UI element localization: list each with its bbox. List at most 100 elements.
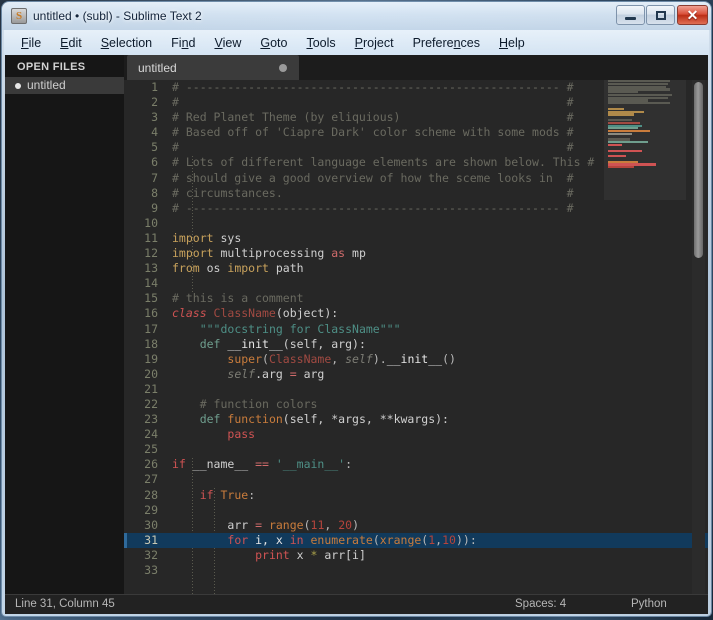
status-indentation[interactable]: Spaces: 4 <box>515 598 566 610</box>
sidebar-item-untitled[interactable]: untitled <box>5 77 124 94</box>
code-token: function <box>227 412 283 427</box>
menu-item-selection[interactable]: Selection <box>92 33 161 53</box>
code-line[interactable]: 23 def function(self, *args, **kwargs): <box>124 412 708 427</box>
code-token: () <box>442 351 456 366</box>
vertical-scrollbar[interactable] <box>692 80 705 594</box>
tab-untitled[interactable]: untitled <box>127 55 299 80</box>
code-line[interactable]: 25 <box>124 442 708 457</box>
line-number: 7 <box>151 170 158 185</box>
code-line[interactable]: 32 print x * arr[i] <box>124 548 708 563</box>
minimap-line <box>608 155 626 158</box>
line-number: 19 <box>144 351 158 366</box>
line-number: 30 <box>144 517 158 532</box>
code-line[interactable]: 14 <box>124 276 708 291</box>
code-token: self <box>345 351 373 366</box>
line-number: 22 <box>144 396 158 411</box>
code-line[interactable]: 11 import sys <box>124 231 708 246</box>
minimize-button[interactable] <box>616 5 645 25</box>
menu-item-tools[interactable]: Tools <box>297 33 344 53</box>
close-button[interactable]: ✕ <box>677 5 708 25</box>
close-icon: ✕ <box>686 7 699 23</box>
code-token: '__main__' <box>275 457 346 472</box>
minimap-line <box>608 166 634 169</box>
menu-item-find[interactable]: Find <box>162 33 204 53</box>
code-token: """docstring for ClassName""" <box>199 321 401 336</box>
sidebar-item-label: untitled <box>27 78 66 92</box>
menu-item-preferences[interactable]: Preferences <box>404 33 489 53</box>
code-token: (object): <box>275 306 339 321</box>
code-line[interactable]: 22 # function colors <box>124 397 708 412</box>
sublime-text-window: S untitled • (subl) - Sublime Text 2 ✕ F… <box>2 2 711 616</box>
tab-dirty-dot-icon[interactable] <box>279 63 287 72</box>
code-token: = <box>255 517 269 532</box>
code-token: print <box>255 547 297 562</box>
code-line[interactable]: 9 # -------------------------------------… <box>124 201 708 216</box>
code-line[interactable]: 10 <box>124 216 708 231</box>
code-line[interactable]: 18 def __init__(self, arg): <box>124 337 708 352</box>
code-line[interactable]: 19 super(ClassName, self).__init__() <box>124 352 708 367</box>
code-token: True <box>220 487 249 502</box>
line-number: 33 <box>144 563 158 577</box>
line-number: 2 <box>151 95 158 110</box>
code-token: xrange <box>379 532 422 547</box>
code-line[interactable]: 12 import multiprocessing as mp <box>124 246 708 261</box>
menu-item-edit[interactable]: Edit <box>51 33 91 53</box>
minimap[interactable] <box>604 80 686 200</box>
menu-item-file[interactable]: File <box>12 33 50 53</box>
code-token: * <box>310 547 325 562</box>
maximize-button[interactable] <box>646 5 675 25</box>
title-bar[interactable]: S untitled • (subl) - Sublime Text 2 ✕ <box>2 2 711 30</box>
code-line[interactable]: 28 if True: <box>124 488 708 503</box>
tab-label: untitled <box>138 60 177 75</box>
code-line[interactable]: 17 """docstring for ClassName""" <box>124 322 708 337</box>
vertical-scroll-thumb[interactable] <box>694 82 703 258</box>
code-line[interactable]: 30 arr = range(11, 20) <box>124 518 708 533</box>
code-token: : <box>345 457 353 472</box>
code-line[interactable]: 20 self.arg = arg <box>124 367 708 382</box>
code-token: __name__ <box>192 457 256 472</box>
code-token: arr <box>227 517 256 532</box>
code-line[interactable]: 21 <box>124 382 708 397</box>
code-line[interactable]: 13 from os import path <box>124 261 708 276</box>
code-token: , <box>331 351 346 366</box>
code-token: mp <box>352 246 366 261</box>
line-number: 25 <box>144 442 158 457</box>
status-language[interactable]: Python <box>631 598 667 610</box>
menu-item-help[interactable]: Help <box>490 33 534 53</box>
code-line[interactable]: 29 <box>124 503 708 518</box>
code-token: # this is a comment <box>172 291 304 306</box>
code-line[interactable]: 24 pass <box>124 427 708 442</box>
code-line[interactable]: 26 if __name__ == '__main__': <box>124 457 708 472</box>
code-line[interactable]: 27 <box>124 472 708 487</box>
code-token: as <box>331 246 353 261</box>
menu-item-project[interactable]: Project <box>346 33 403 53</box>
code-token: __init__ <box>227 336 283 351</box>
code-token: multiprocessing <box>220 246 332 261</box>
code-token: # Lots of different language elements ar… <box>172 155 595 170</box>
line-number: 8 <box>151 185 158 200</box>
menu-item-view[interactable]: View <box>205 33 250 53</box>
code-token: x <box>296 547 311 562</box>
code-line[interactable]: 31 for i, x in enumerate(xrange(1,10)): <box>124 532 708 549</box>
code-editor[interactable]: 1 # -------------------------------------… <box>124 80 708 594</box>
code-token: for <box>227 532 256 547</box>
code-token: path <box>275 261 304 276</box>
tab-strip: untitled <box>124 55 708 80</box>
line-number: 5 <box>151 140 158 155</box>
code-line[interactable]: 33 <box>124 563 708 578</box>
sidebar: OPEN FILES untitled <box>5 55 124 594</box>
code-token: ). <box>372 351 387 366</box>
code-line[interactable]: 16 class ClassName(object): <box>124 306 708 321</box>
code-line[interactable]: 15 # this is a comment <box>124 291 708 306</box>
code-token: self <box>227 366 256 381</box>
line-number: 14 <box>144 276 158 291</box>
minimap-line <box>608 143 622 147</box>
code-token: )): <box>455 532 477 547</box>
menu-item-goto[interactable]: Goto <box>251 33 296 53</box>
line-number: 17 <box>144 321 158 336</box>
